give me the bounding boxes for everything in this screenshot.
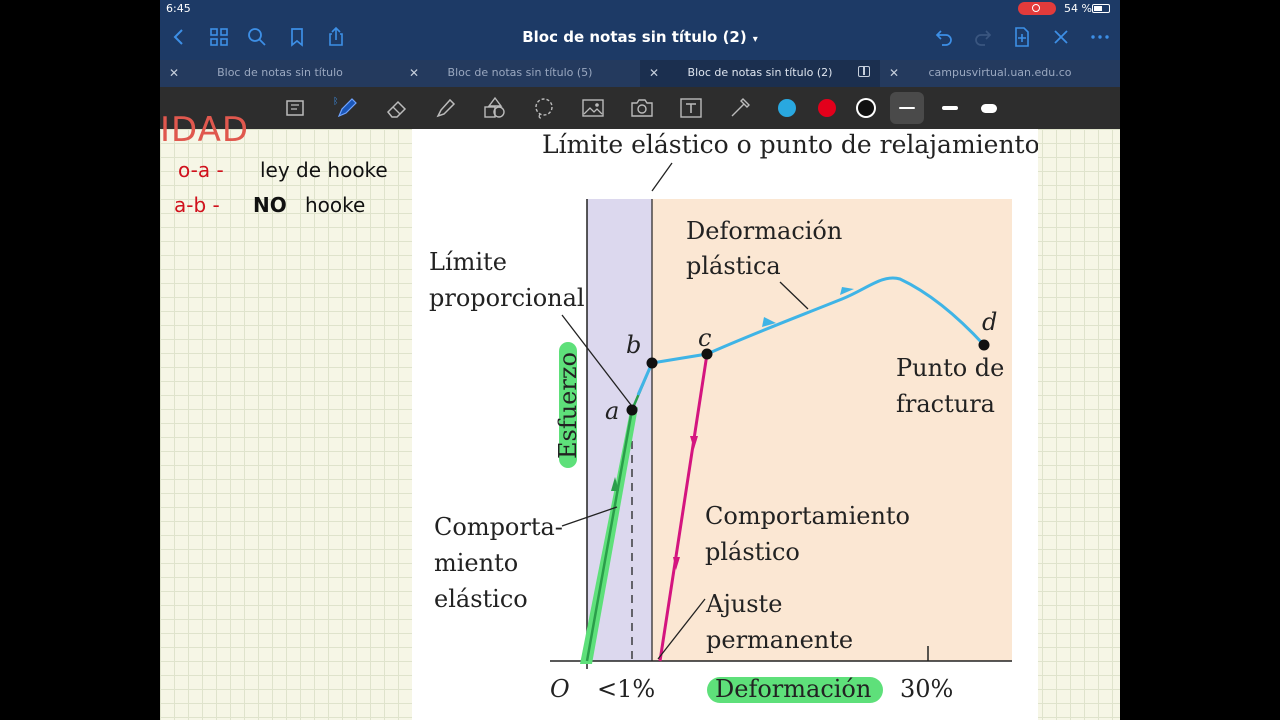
point-a-marker	[626, 404, 638, 416]
text-box-icon[interactable]	[678, 95, 704, 121]
comp-plastico-line1: Comportamiento	[705, 502, 910, 530]
camera-icon[interactable]	[629, 95, 655, 121]
tab-label: Bloc de notas sin título (2)	[687, 66, 833, 79]
stroke-width-fine-selected[interactable]	[890, 92, 924, 124]
svg-text:ᛒ: ᛒ	[334, 96, 338, 107]
point-b-label: b	[626, 331, 641, 359]
point-a-label: a	[605, 397, 619, 425]
top-label: Límite elástico o punto de relajamiento	[542, 130, 1038, 159]
point-d-marker	[978, 339, 990, 351]
lt1-percent-label: <1%	[597, 675, 655, 703]
tab-notebook-2[interactable]: ✕ Bloc de notas sin título (2)	[640, 60, 880, 87]
close-icon[interactable]	[1050, 26, 1072, 48]
ajuste-line2: permanente	[706, 626, 853, 654]
more-icon[interactable]	[1089, 26, 1111, 48]
stress-strain-figure: Límite elástico o punto de relajamiento …	[412, 129, 1038, 720]
deformacion-plastica-line1: Deformación	[686, 217, 842, 245]
image-icon[interactable]	[580, 95, 606, 121]
comp-elastico-line2: miento	[434, 549, 518, 577]
highlighter-icon[interactable]	[433, 95, 459, 121]
stroke-width-medium[interactable]	[934, 92, 968, 124]
deformacion-plastica-line2: plástica	[686, 252, 781, 280]
eraser-icon[interactable]	[384, 95, 410, 121]
shapes-icon[interactable]	[482, 95, 508, 121]
battery-icon	[1092, 4, 1110, 13]
deformacion-axis-label: Deformación	[715, 675, 871, 703]
tab-notebook-5[interactable]: ✕ Bloc de notas sin título (5)	[400, 60, 640, 87]
punto-fractura-line2: fractura	[896, 390, 995, 418]
note-line1-range: o-a -	[178, 158, 224, 182]
point-d-label: d	[982, 308, 997, 336]
limite-line2: proporcional	[429, 284, 585, 312]
point-c-label: c	[698, 324, 711, 352]
split-view-icon[interactable]	[858, 66, 870, 77]
tab-label: campusvirtual.uan.edu.co	[928, 66, 1072, 79]
origin-label: O	[550, 675, 570, 703]
note-line1-text: ley de hooke	[260, 158, 388, 182]
point-b-marker	[646, 357, 658, 369]
add-page-icon[interactable]	[1011, 26, 1033, 48]
stress-strain-diagram: Límite elástico o punto de relajamiento …	[429, 130, 1038, 703]
lasso-icon[interactable]	[531, 95, 557, 121]
color-swatch-red[interactable]	[818, 99, 836, 117]
read-mode-icon[interactable]	[282, 95, 308, 121]
laser-pointer-icon[interactable]	[727, 95, 753, 121]
redo-icon[interactable]	[972, 26, 994, 48]
status-time: 6:45	[166, 2, 191, 15]
comp-elastico-line3: elástico	[434, 585, 528, 613]
note-line2-no: NO	[253, 193, 287, 217]
drawing-toolbar: ᛒ	[160, 87, 1120, 129]
tab-bar: ✕ Bloc de notas sin título ✕ Bloc de not…	[160, 60, 1120, 87]
color-swatch-blue[interactable]	[778, 99, 796, 117]
tab-campusvirtual[interactable]: ✕ campusvirtual.uan.edu.co	[880, 60, 1120, 87]
note-heading-fragment: IDAD	[160, 110, 250, 150]
ipad-screen: 6:45 54 % Bloc de notas sin título (2) ▾ …	[160, 0, 1120, 720]
stroke-width-thick[interactable]	[974, 92, 1008, 124]
comp-plastico-line2: plástico	[705, 538, 800, 566]
tab-label: Bloc de notas sin título	[217, 66, 343, 79]
punto-fractura-line1: Punto de	[896, 354, 1004, 382]
top-label-leader	[651, 162, 673, 192]
thirty-percent-label: 30%	[900, 675, 953, 703]
limite-line1: Límite	[429, 248, 507, 276]
battery-percent: 54 %	[1064, 2, 1092, 15]
ajuste-line1: Ajuste	[705, 590, 782, 618]
top-bar: 6:45 54 % Bloc de notas sin título (2) ▾	[160, 0, 1120, 60]
tab-label: Bloc de notas sin título (5)	[447, 66, 593, 79]
pen-icon[interactable]: ᛒ	[334, 95, 360, 121]
screen-recording-indicator	[1018, 2, 1056, 15]
tab-notebook-1[interactable]: ✕ Bloc de notas sin título	[160, 60, 400, 87]
color-swatch-black-selected[interactable]	[858, 100, 874, 116]
undo-icon[interactable]	[933, 26, 955, 48]
note-line2-range: a-b -	[174, 193, 220, 217]
note-line2-text: hooke	[305, 193, 366, 217]
esfuerzo-axis-label: Esfuerzo	[554, 352, 582, 459]
comp-elastico-line1: Comporta-	[434, 513, 563, 541]
